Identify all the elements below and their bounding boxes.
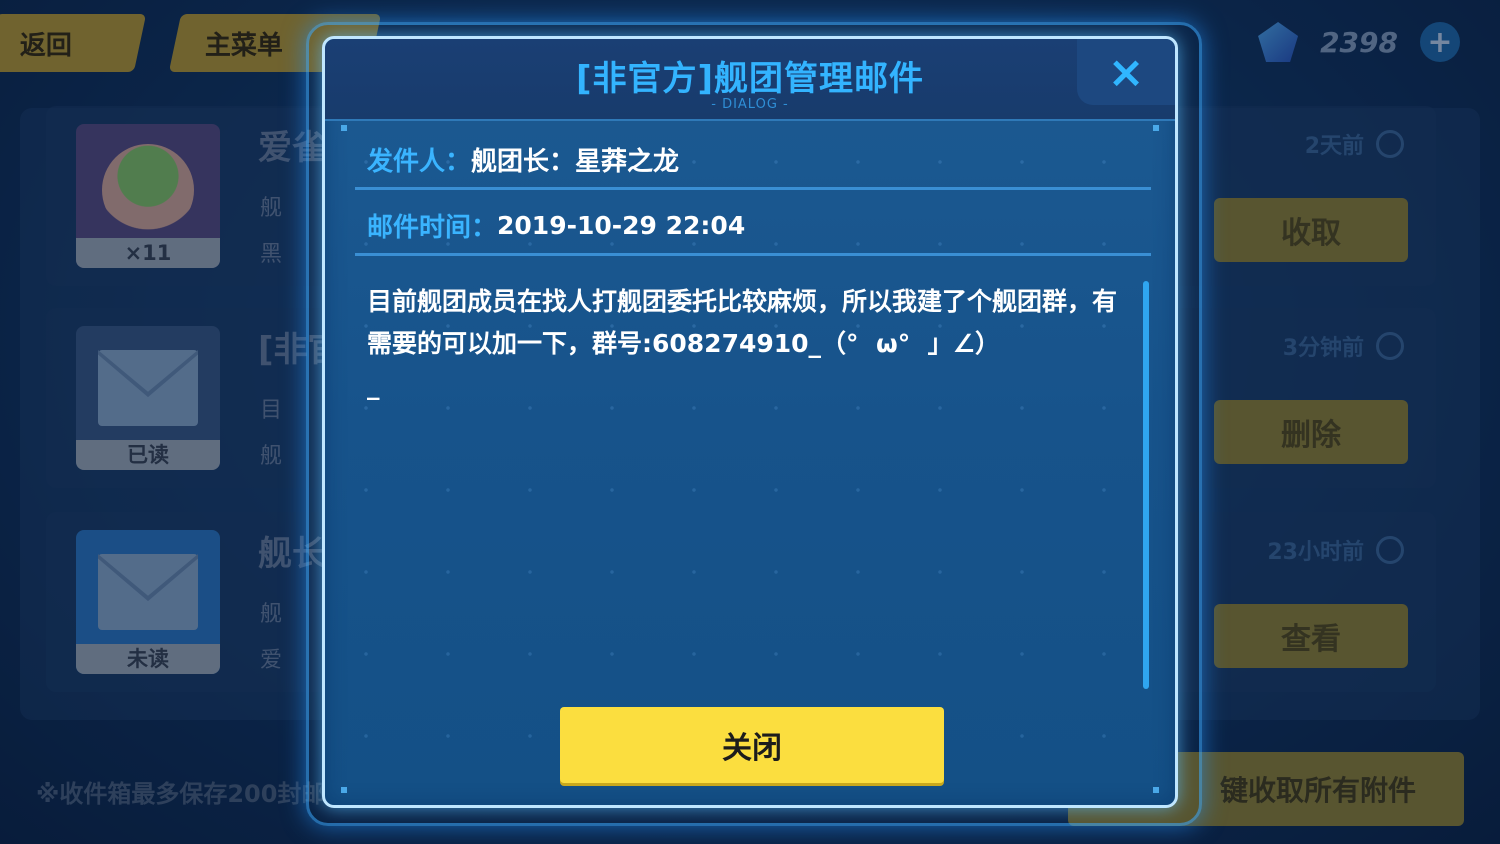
dialog-header: [非官方]舰团管理邮件 - DIALOG - × <box>325 39 1175 121</box>
sender-value: 舰团长：星莽之龙 <box>471 146 680 177</box>
close-icon[interactable]: × <box>1077 39 1175 105</box>
corner-dot <box>1153 787 1159 793</box>
corner-dot <box>341 125 347 131</box>
close-button[interactable]: 关闭 <box>560 707 944 783</box>
corner-dot <box>1153 125 1159 131</box>
mail-body: 目前舰团成员在找人打舰团委托比较麻烦，所以我建了个舰团群，有需要的可以加一下，群… <box>367 287 1118 400</box>
sender-label: 发件人： <box>367 146 472 177</box>
scrollbar[interactable] <box>1143 281 1149 689</box>
dialog-subtitle: - DIALOG - <box>711 97 789 112</box>
time-field: 邮件时间： 2019-10-29 22:04 <box>355 197 1151 256</box>
sender-field: 发件人： 舰团长：星莽之龙 <box>355 131 1151 190</box>
corner-dot <box>341 787 347 793</box>
time-label: 邮件时间： <box>367 212 498 243</box>
time-value: 2019-10-29 22:04 <box>497 210 746 240</box>
mail-dialog: [非官方]舰团管理邮件 - DIALOG - × 发件人： 舰团长：星莽之龙 邮… <box>322 36 1178 808</box>
dialog-title: [非官方]舰团管理邮件 <box>575 59 925 99</box>
